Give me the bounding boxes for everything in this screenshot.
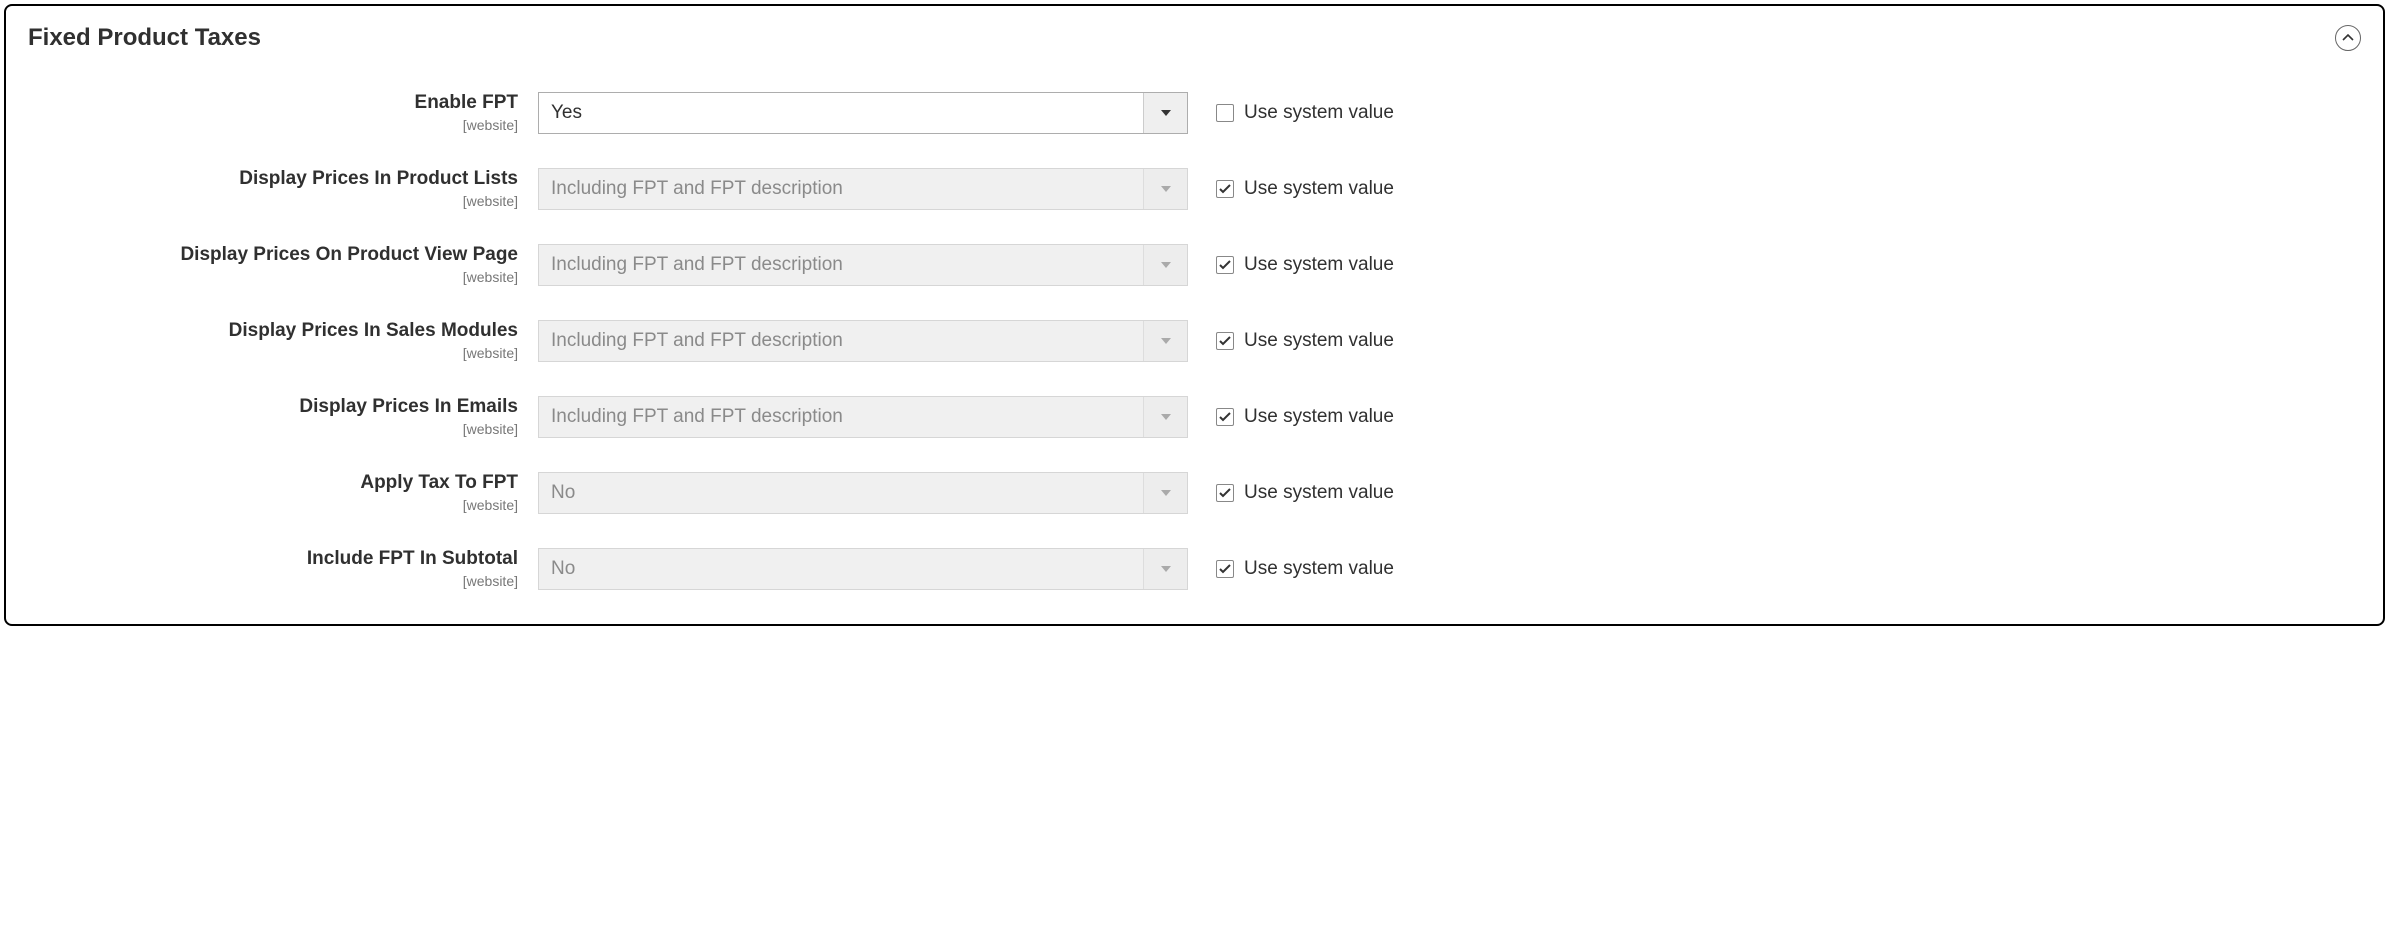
select-value: Yes	[539, 93, 1143, 133]
use-system-checkbox-enable-fpt[interactable]	[1216, 104, 1234, 122]
field-label: Display Prices In Sales Modules	[28, 320, 518, 343]
use-system-checkbox-include-fpt-in-subtotal[interactable]	[1216, 560, 1234, 578]
field-row-display-prices-sales-modules: Display Prices In Sales Modules [website]…	[28, 320, 2361, 362]
use-system-label[interactable]: Use system value	[1244, 254, 1394, 276]
panel-header: Fixed Product Taxes	[28, 24, 2361, 52]
use-system-col: Use system value	[1188, 244, 1394, 286]
scope-label: [website]	[28, 497, 518, 513]
scope-label: [website]	[28, 573, 518, 589]
use-system-checkbox-display-prices-product-view[interactable]	[1216, 256, 1234, 274]
use-system-col: Use system value	[1188, 320, 1394, 362]
scope-label: [website]	[28, 117, 518, 133]
label-col: Display Prices In Emails [website]	[28, 396, 538, 437]
select-value: Including FPT and FPT description	[539, 245, 1143, 285]
use-system-label[interactable]: Use system value	[1244, 330, 1394, 352]
caret-down-icon	[1143, 245, 1187, 285]
use-system-checkbox-display-prices-emails[interactable]	[1216, 408, 1234, 426]
chevron-up-icon	[2342, 34, 2354, 42]
select-col: Including FPT and FPT description	[538, 168, 1188, 210]
label-col: Enable FPT [website]	[28, 92, 538, 133]
checkmark-icon	[1219, 412, 1231, 422]
field-label: Display Prices In Product Lists	[28, 168, 518, 191]
select-col: Including FPT and FPT description	[538, 244, 1188, 286]
label-col: Display Prices In Product Lists [website]	[28, 168, 538, 209]
collapse-toggle[interactable]	[2335, 25, 2361, 51]
select-col: No	[538, 548, 1188, 590]
use-system-label[interactable]: Use system value	[1244, 558, 1394, 580]
use-system-checkbox-display-prices-sales-modules[interactable]	[1216, 332, 1234, 350]
use-system-label[interactable]: Use system value	[1244, 102, 1394, 124]
caret-down-icon	[1143, 93, 1187, 133]
fixed-product-taxes-panel: Fixed Product Taxes Enable FPT [website] Y…	[4, 4, 2385, 626]
use-system-label[interactable]: Use system value	[1244, 178, 1394, 200]
scope-label: [website]	[28, 193, 518, 209]
select-include-fpt-in-subtotal: No	[538, 548, 1188, 590]
field-label: Apply Tax To FPT	[28, 472, 518, 495]
use-system-col: Use system value	[1188, 92, 1394, 134]
checkmark-icon	[1219, 184, 1231, 194]
field-label: Include FPT In Subtotal	[28, 548, 518, 571]
field-label: Display Prices In Emails	[28, 396, 518, 419]
field-row-display-prices-emails: Display Prices In Emails [website] Includi…	[28, 396, 2361, 438]
scope-label: [website]	[28, 345, 518, 361]
field-label: Display Prices On Product View Page	[28, 244, 518, 267]
checkmark-icon	[1219, 488, 1231, 498]
select-value: No	[539, 473, 1143, 513]
select-display-prices-emails: Including FPT and FPT description	[538, 396, 1188, 438]
use-system-col: Use system value	[1188, 168, 1394, 210]
select-col: Including FPT and FPT description	[538, 320, 1188, 362]
use-system-col: Use system value	[1188, 548, 1394, 590]
select-enable-fpt[interactable]: Yes	[538, 92, 1188, 134]
checkmark-icon	[1219, 260, 1231, 270]
label-col: Display Prices On Product View Page [webs…	[28, 244, 538, 285]
use-system-col: Use system value	[1188, 472, 1394, 514]
field-row-apply-tax-to-fpt: Apply Tax To FPT [website] No Use system va…	[28, 472, 2361, 514]
panel-title: Fixed Product Taxes	[28, 24, 261, 52]
caret-down-icon	[1143, 321, 1187, 361]
label-col: Apply Tax To FPT [website]	[28, 472, 538, 513]
caret-down-icon	[1143, 549, 1187, 589]
select-display-prices-product-lists: Including FPT and FPT description	[538, 168, 1188, 210]
select-value: Including FPT and FPT description	[539, 321, 1143, 361]
caret-down-icon	[1143, 169, 1187, 209]
field-label: Enable FPT	[28, 92, 518, 115]
use-system-checkbox-apply-tax-to-fpt[interactable]	[1216, 484, 1234, 502]
select-value: No	[539, 549, 1143, 589]
use-system-col: Use system value	[1188, 396, 1394, 438]
scope-label: [website]	[28, 421, 518, 437]
field-row-enable-fpt: Enable FPT [website] Yes Use system value	[28, 92, 2361, 134]
select-value: Including FPT and FPT description	[539, 169, 1143, 209]
field-row-display-prices-product-lists: Display Prices In Product Lists [website]…	[28, 168, 2361, 210]
field-row-display-prices-product-view: Display Prices On Product View Page [webs…	[28, 244, 2361, 286]
use-system-label[interactable]: Use system value	[1244, 406, 1394, 428]
select-col: No	[538, 472, 1188, 514]
caret-down-icon	[1143, 473, 1187, 513]
caret-down-icon	[1143, 397, 1187, 437]
select-col: Including FPT and FPT description	[538, 396, 1188, 438]
select-apply-tax-to-fpt: No	[538, 472, 1188, 514]
use-system-checkbox-display-prices-product-lists[interactable]	[1216, 180, 1234, 198]
use-system-label[interactable]: Use system value	[1244, 482, 1394, 504]
select-value: Including FPT and FPT description	[539, 397, 1143, 437]
label-col: Display Prices In Sales Modules [website]	[28, 320, 538, 361]
checkmark-icon	[1219, 564, 1231, 574]
fields-container: Enable FPT[website]YesUse system valueDi…	[28, 92, 2361, 590]
scope-label: [website]	[28, 269, 518, 285]
field-row-include-fpt-in-subtotal: Include FPT In Subtotal [website] No Use sy…	[28, 548, 2361, 590]
select-display-prices-product-view: Including FPT and FPT description	[538, 244, 1188, 286]
label-col: Include FPT In Subtotal [website]	[28, 548, 538, 589]
checkmark-icon	[1219, 336, 1231, 346]
select-col: Yes	[538, 92, 1188, 134]
select-display-prices-sales-modules: Including FPT and FPT description	[538, 320, 1188, 362]
